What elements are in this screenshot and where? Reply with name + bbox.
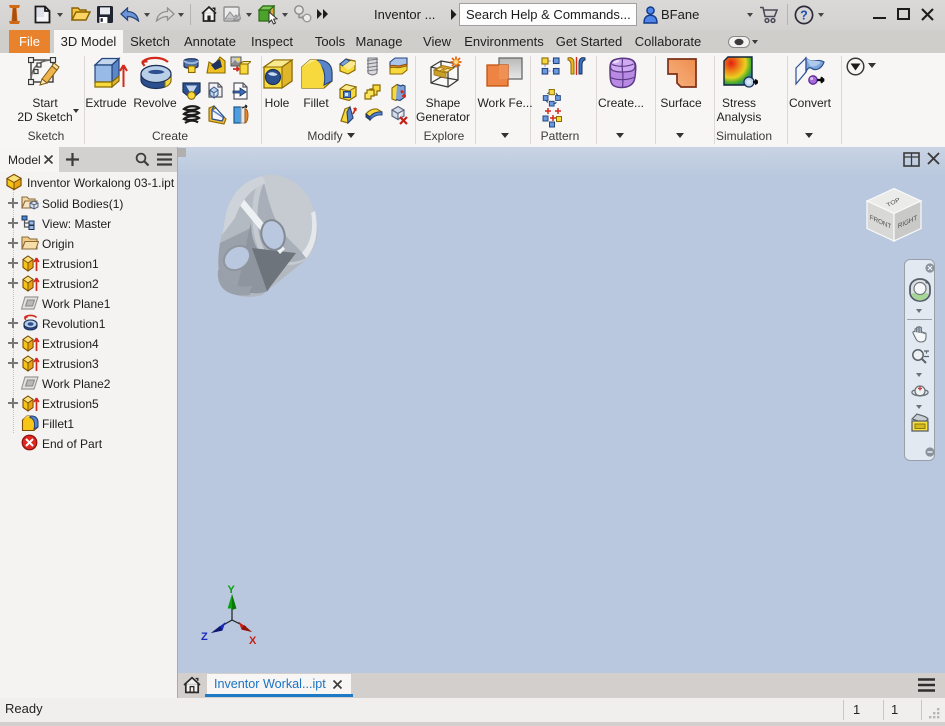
svg-text:X: X [249, 635, 257, 646]
svg-text:?: ? [800, 8, 808, 22]
svg-text:Z: Z [201, 631, 208, 643]
svg-text:Y: Y [228, 584, 236, 596]
